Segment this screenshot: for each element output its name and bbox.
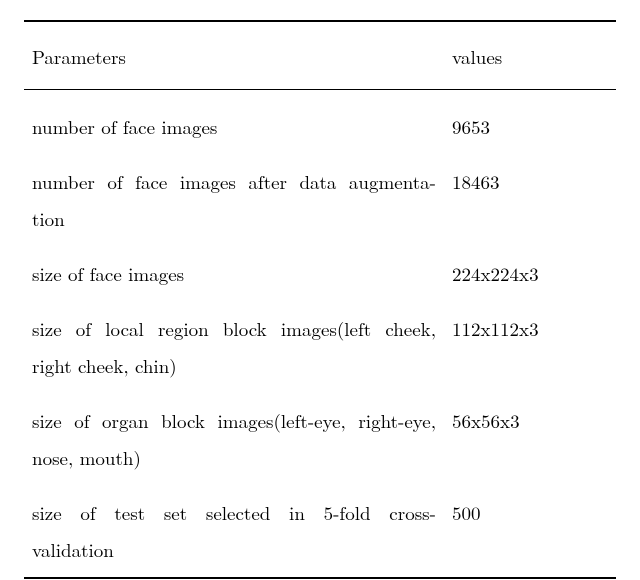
param-cell: number of face images after data augment…	[24, 154, 444, 246]
param-cell: number of face images	[24, 90, 444, 154]
table-row: number of face images 9653	[24, 90, 616, 154]
table-row: size of face images 224x224x3	[24, 246, 616, 301]
value-cell: 500	[444, 485, 616, 577]
table-header-row: Parameters values	[24, 22, 616, 90]
param-cell: size of local region block images(left c…	[24, 301, 444, 393]
table-row: number of face images after data augment…	[24, 154, 616, 246]
param-cell: size of face images	[24, 246, 444, 301]
col-header-parameters: Parameters	[24, 22, 444, 90]
value-cell: 112x112x3	[444, 301, 616, 393]
value-cell: 224x224x3	[444, 246, 616, 301]
col-header-values: values	[444, 22, 616, 90]
table-row: size of local region block images(left c…	[24, 301, 616, 393]
parameters-table: Parameters values number of face images …	[24, 20, 616, 579]
value-cell: 18463	[444, 154, 616, 246]
value-cell: 9653	[444, 90, 616, 154]
value-cell: 56x56x3	[444, 393, 616, 485]
param-cell: size of organ block images(left-eye, rig…	[24, 393, 444, 485]
param-cell: size of test set selected in 5-fold cros…	[24, 485, 444, 577]
table-row: size of test set selected in 5-fold cros…	[24, 485, 616, 577]
table-row: size of organ block images(left-eye, rig…	[24, 393, 616, 485]
